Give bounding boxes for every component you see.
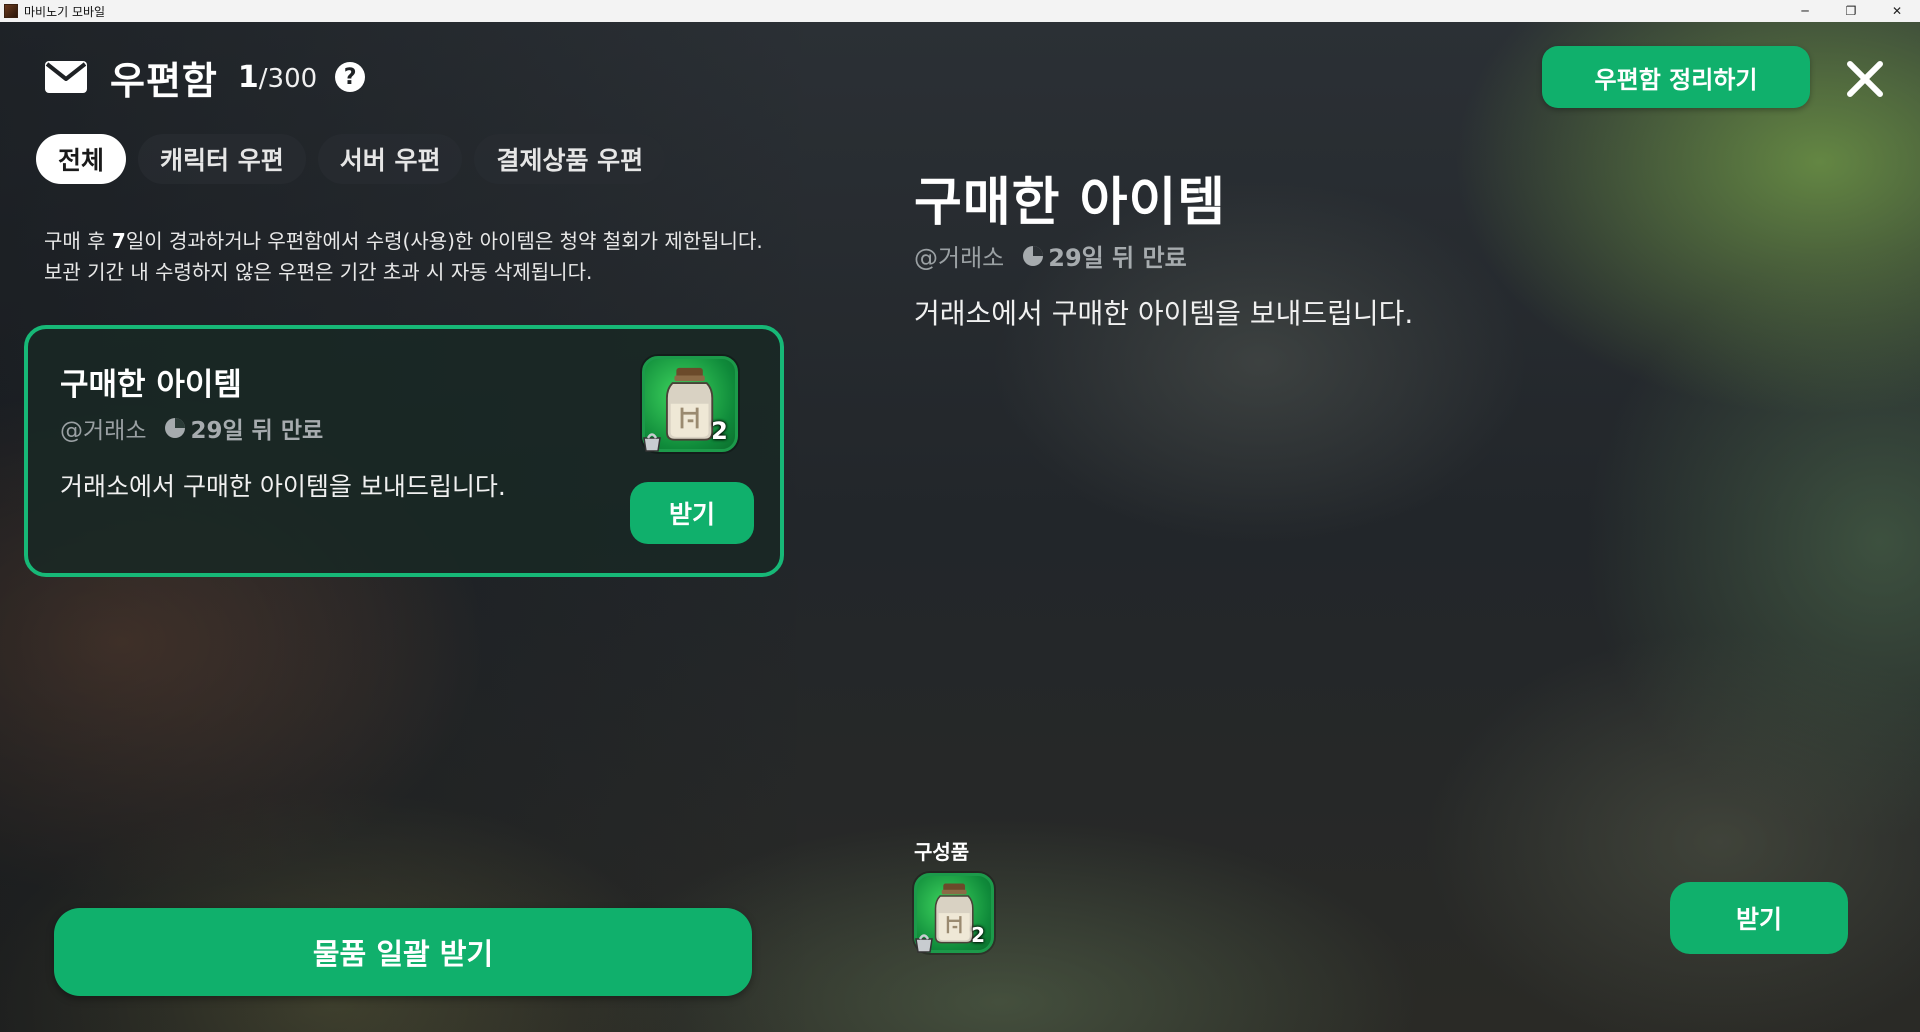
mail-list-item[interactable]: 구매한 아이템 @거래소 29일 뒤 만료 거래소에서 구매한 아이템을 보내드… [24,325,784,577]
mail-description: 거래소에서 구매한 아이템을 보내드립니다. [60,472,506,501]
component-quantity: 2 [971,923,986,948]
mail-expiry-text: 29일 뒤 만료 [190,418,324,444]
components-label: 구성품 [914,840,970,864]
mail-count: 1 / 300 [238,60,317,95]
tab-server-mail[interactable]: 서버 우편 [317,134,463,184]
mail-expiry: 29일 뒤 만료 [164,411,323,445]
withdrawal-notice: 구매 후 7일이 경과하거나 우편함에서 수령(사용)한 아이템은 청약 철회가… [44,226,804,288]
detail-title: 구매한 아이템 [914,173,1227,233]
item-quantity: 2 [711,417,728,446]
window-titlebar: 마비노기 모바일 ─ ❐ ✕ [0,0,1920,22]
receive-button[interactable]: 받기 [630,482,754,544]
mail-meta: @거래소 29일 뒤 만료 [60,411,323,445]
mail-count-current: 1 [237,59,259,95]
trade-lock-icon [643,433,661,452]
window-title: 마비노기 모바일 [24,4,106,19]
help-icon[interactable]: ? [335,62,366,92]
clock-icon [165,418,186,438]
mail-sender: @거래소 [60,418,147,444]
restore-button[interactable]: ❐ [1828,0,1874,22]
window-close-button[interactable]: ✕ [1874,0,1920,22]
tidy-mailbox-button[interactable]: 우편함 정리하기 [1542,46,1810,108]
mail-icon [45,61,87,93]
clock-icon [1023,245,1044,266]
mail-count-max: 300 [267,63,318,94]
notice-line-1: 구매 후 7일이 경과하거나 우편함에서 수령(사용)한 아이템은 청약 철회가… [44,229,763,253]
mailbox-header: 우편함 1 / 300 ? [44,52,366,103]
tab-all[interactable]: 전체 [36,134,127,184]
component-item-slot[interactable]: 2 [914,873,994,953]
detail-sender: @거래소 [914,244,1005,272]
tab-character-mail[interactable]: 캐릭터 우편 [138,134,306,184]
page-title: 우편함 [110,58,218,103]
close-mailbox-button[interactable] [1840,54,1890,104]
trade-lock-icon [915,934,933,953]
detail-meta: @거래소 29일 뒤 만료 [914,238,1187,273]
mail-title: 구매한 아이템 [60,367,242,403]
notice-line-2: 보관 기간 내 수령하지 않은 우편은 기간 초과 시 자동 삭제됩니다. [44,260,593,284]
app-icon [4,4,18,18]
mail-tabs: 전체 캐릭터 우편 서버 우편 결제상품 우편 [36,134,666,184]
window-controls: ─ ❐ ✕ [1782,0,1920,22]
detail-expiry: 29일 뒤 만료 [1022,238,1187,273]
mail-count-separator: / [258,63,268,94]
minimize-button[interactable]: ─ [1782,0,1828,22]
close-icon [1847,61,1883,97]
tab-payment-mail[interactable]: 결제상품 우편 [474,134,666,184]
detail-expiry-text: 29일 뒤 만료 [1048,244,1187,272]
item-slot[interactable]: 2 [642,356,738,452]
bulk-receive-button[interactable]: 물품 일괄 받기 [54,908,752,996]
detail-description: 거래소에서 구매한 아이템을 보내드립니다. [914,297,1414,330]
detail-receive-button[interactable]: 받기 [1670,882,1848,954]
